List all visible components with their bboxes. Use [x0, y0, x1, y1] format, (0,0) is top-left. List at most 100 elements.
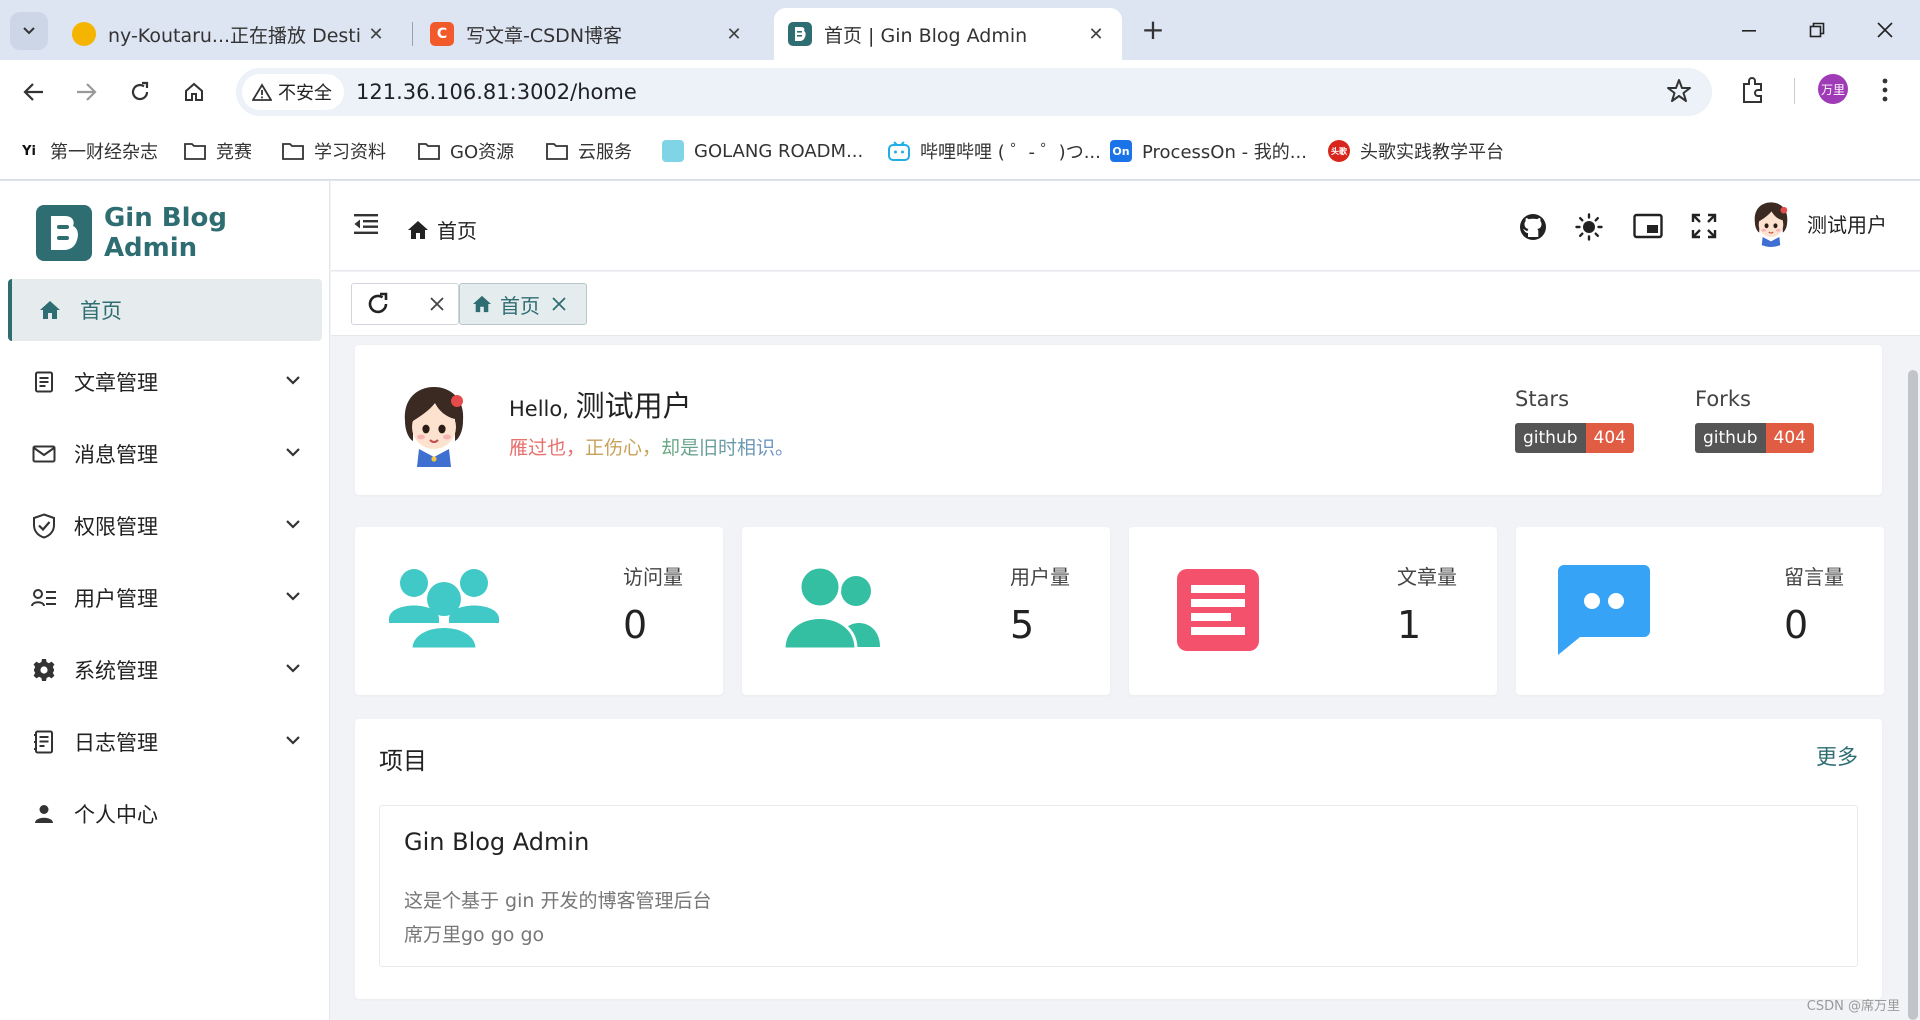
browser-tab[interactable]: ny-Koutaru...正在播放 Desti ✕	[58, 8, 402, 60]
browser-toolbar: 不安全 121.36.106.81:3002/home 万里	[0, 60, 1920, 123]
bookmark-label: 哔哩哔哩 ( ゜- ゜)つ...	[920, 142, 1101, 163]
bookmark-item[interactable]: 哔哩哔哩 ( ゜- ゜)つ...	[888, 137, 1101, 165]
browser-menu-button[interactable]	[1882, 78, 1888, 102]
app-header: 首页 测试用户	[331, 181, 1920, 271]
breadcrumb[interactable]: 首页	[407, 215, 477, 244]
users-card[interactable]: 用户量 5	[742, 527, 1110, 695]
header-username: 测试用户	[1807, 212, 1887, 237]
home-button[interactable]	[174, 72, 214, 112]
tag-home[interactable]: 首页	[459, 283, 587, 325]
puzzle-icon	[1743, 77, 1762, 103]
scrollbar-thumb[interactable]	[1908, 370, 1918, 1020]
sidebar-item-home[interactable]: 首页	[8, 279, 322, 341]
close-tab-icon[interactable]: ✕	[722, 24, 746, 45]
bookmark-folder[interactable]: GO资源	[418, 137, 514, 165]
security-chip[interactable]: 不安全	[242, 74, 344, 110]
back-button[interactable]	[14, 72, 54, 112]
welcome-card: Hello, 测试用户 雁过也，正伤心，却是旧时相识。 Stars github…	[355, 345, 1882, 495]
extensions-button[interactable]	[1740, 76, 1766, 104]
csdn-favicon-icon: C	[430, 22, 454, 46]
restore-icon	[1809, 22, 1825, 38]
close-tab-icon[interactable]: ✕	[364, 24, 388, 45]
minimize-button[interactable]	[1726, 10, 1772, 50]
badge-right: 404	[1765, 423, 1814, 453]
bookmark-star-button[interactable]	[1666, 78, 1692, 104]
articles-card[interactable]: 文章量 1	[1129, 527, 1497, 695]
bookmarks-bar: Yi 第一财经杂志 竞赛 学习资料 GO资源 云服务 GOLANG ROADM.…	[0, 123, 1920, 180]
bookmark-folder[interactable]: 学习资料	[282, 137, 386, 165]
chevron-down-icon	[284, 587, 302, 605]
bookmark-item[interactable]: 头歌 头歌实践教学平台	[1328, 137, 1504, 165]
bookmark-item[interactable]: GOLANG ROADM...	[662, 137, 863, 165]
profile-avatar[interactable]: 万里	[1818, 74, 1848, 104]
sidebar-item-system[interactable]: 系统管理	[8, 639, 322, 701]
layout-toggle-button[interactable]	[1633, 213, 1663, 239]
reload-button[interactable]	[120, 72, 160, 112]
fullscreen-button[interactable]	[1691, 213, 1717, 239]
sidebar-item-logs[interactable]: 日志管理	[8, 711, 322, 773]
watermark: CSDN @席万里	[1806, 999, 1900, 1014]
picture-in-picture-icon	[1633, 213, 1663, 239]
mail-icon	[30, 440, 58, 468]
music-favicon-icon	[72, 22, 96, 46]
github-button[interactable]	[1519, 213, 1547, 241]
address-bar[interactable]: 不安全 121.36.106.81:3002/home	[236, 68, 1712, 116]
sidebar-item-messages[interactable]: 消息管理	[8, 423, 322, 485]
restore-button[interactable]	[1794, 10, 1840, 50]
greeting-username: 测试用户	[575, 389, 692, 423]
toolbar-divider	[1794, 78, 1795, 104]
bookmark-item[interactable]: On ProcessOn - 我的...	[1110, 137, 1307, 165]
forward-button[interactable]	[66, 72, 106, 112]
github-forks-badge[interactable]: github 404	[1695, 423, 1814, 453]
sidebar-item-articles[interactable]: 文章管理	[8, 351, 322, 413]
forks-stat: Forks github 404	[1695, 387, 1814, 453]
refresh-tag[interactable]	[351, 283, 459, 325]
browser-tab-active[interactable]: 首页 | Gin Blog Admin ✕	[774, 8, 1122, 60]
messages-card[interactable]: 留言量 0	[1516, 527, 1884, 695]
home-icon	[408, 220, 428, 239]
sidebar-item-profile[interactable]: 个人中心	[8, 783, 322, 845]
stat-label: Forks	[1695, 387, 1751, 411]
close-icon[interactable]	[552, 297, 566, 311]
sidebar-item-label: 用户管理	[74, 587, 158, 611]
bookmark-label: 竞赛	[216, 142, 252, 163]
arrow-right-icon	[77, 83, 97, 101]
sidebar-item-permissions[interactable]: 权限管理	[8, 495, 322, 557]
tab-separator	[412, 22, 413, 46]
new-tab-button[interactable]: +	[1136, 12, 1170, 46]
person-icon	[30, 800, 58, 828]
projects-title: 项目	[379, 747, 427, 775]
browser-tab[interactable]: C 写文章-CSDN博客 ✕	[416, 8, 760, 60]
brand[interactable]: Gin Blog Admin	[36, 203, 329, 263]
chevron-down-icon	[23, 27, 35, 35]
bookmark-folder[interactable]: 竞赛	[184, 137, 252, 165]
browser-tabstrip: ny-Koutaru...正在播放 Desti ✕ C 写文章-CSDN博客 ✕…	[0, 0, 1920, 60]
stat-label: 访问量	[623, 565, 683, 589]
close-icon[interactable]	[430, 297, 444, 311]
security-label: 不安全	[278, 83, 332, 104]
chevron-down-icon	[284, 371, 302, 389]
url-text[interactable]: 121.36.106.81:3002/home	[356, 78, 637, 106]
sidebar-item-users[interactable]: 用户管理	[8, 567, 322, 629]
visits-card[interactable]: 访问量 0	[355, 527, 723, 695]
motto-part: 正伤心，	[585, 437, 662, 459]
project-item[interactable]: Gin Blog Admin 这是个基于 gin 开发的博客管理后台 席万里go…	[379, 805, 1858, 967]
tab-title: 首页 | Gin Blog Admin	[824, 24, 1028, 47]
project-name: Gin Blog Admin	[404, 828, 590, 856]
user-menu[interactable]: 测试用户	[1747, 199, 1887, 247]
tab-search-button[interactable]	[10, 12, 48, 50]
warning-icon	[252, 83, 272, 101]
collapse-sidebar-button[interactable]	[353, 213, 379, 235]
article-icon	[30, 368, 58, 396]
more-link[interactable]: 更多	[1816, 741, 1858, 771]
more-vertical-icon	[1882, 78, 1888, 102]
theme-toggle-button[interactable]	[1575, 213, 1603, 241]
close-tab-icon[interactable]: ✕	[1084, 24, 1108, 45]
close-window-button[interactable]	[1862, 10, 1908, 50]
bookmark-folder[interactable]: 云服务	[546, 137, 632, 165]
arrow-left-icon	[23, 83, 43, 101]
yi-logo-icon: Yi	[22, 143, 36, 159]
github-stars-badge[interactable]: github 404	[1515, 423, 1634, 453]
bookmark-item[interactable]: Yi 第一财经杂志	[18, 137, 158, 165]
reload-icon	[131, 81, 149, 101]
